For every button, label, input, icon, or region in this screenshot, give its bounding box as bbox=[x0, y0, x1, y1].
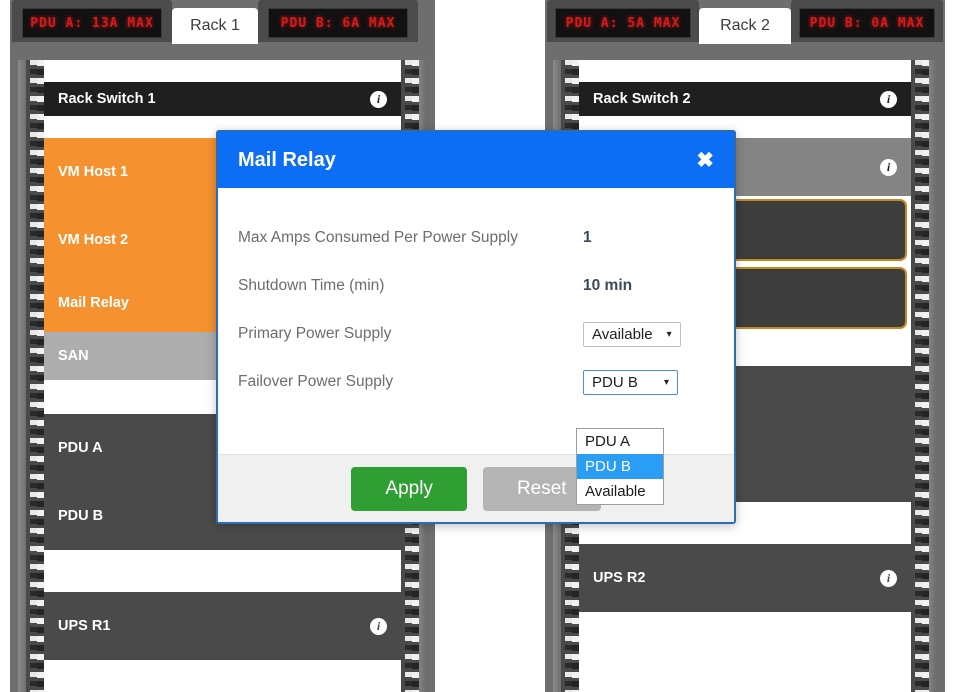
shutdown-time-label: Shutdown Time (min) bbox=[238, 277, 385, 294]
rack-unit[interactable]: Rack Switch 1 i bbox=[44, 82, 401, 116]
info-icon[interactable]: i bbox=[880, 90, 897, 108]
max-amps-value: 1 bbox=[583, 229, 592, 246]
chevron-down-icon: ▾ bbox=[666, 328, 672, 340]
row-max-amps: Max Amps Consumed Per Power Supply 1 bbox=[238, 214, 714, 262]
failover-power-supply-value: PDU B bbox=[592, 373, 638, 391]
dialog-header: Mail Relay ✖ bbox=[218, 132, 734, 188]
primary-power-supply-value: Available bbox=[592, 325, 653, 343]
failover-power-supply-label: Failover Power Supply bbox=[238, 373, 394, 390]
row-primary-power-supply: Primary Power Supply Available ▾ bbox=[238, 310, 714, 358]
rack2-mounting-rail-right bbox=[911, 60, 929, 692]
dialog-body: Max Amps Consumed Per Power Supply 1 Shu… bbox=[218, 188, 734, 505]
tab-rack-1[interactable]: Rack 1 bbox=[172, 8, 258, 44]
primary-power-supply-label: Primary Power Supply bbox=[238, 325, 392, 342]
failover-power-supply-dropdown[interactable]: PDU A PDU B Available bbox=[576, 428, 664, 505]
row-failover-power-supply: Failover Power Supply PDU B ▾ bbox=[238, 358, 714, 406]
info-icon[interactable]: i bbox=[370, 90, 387, 108]
dialog-title: Mail Relay bbox=[238, 148, 336, 171]
rack2-pdu-a-display: PDU A: 5A MAX bbox=[555, 8, 691, 38]
info-icon[interactable]: i bbox=[880, 569, 897, 587]
rack-unit-label: Rack Switch 1 bbox=[58, 91, 156, 107]
dropdown-option[interactable]: PDU B bbox=[577, 454, 663, 479]
rack1-pdu-a-display: PDU A: 13A MAX bbox=[22, 8, 162, 38]
tab-rack-2[interactable]: Rack 2 bbox=[699, 8, 791, 44]
rack-unit[interactable]: UPS R1 i bbox=[44, 592, 401, 660]
primary-power-supply-select[interactable]: Available ▾ bbox=[583, 321, 681, 347]
max-amps-label: Max Amps Consumed Per Power Supply bbox=[238, 229, 518, 246]
rack-unit-label: UPS R2 bbox=[593, 570, 646, 586]
dropdown-option[interactable]: Available bbox=[577, 479, 663, 504]
rack2-pdu-b-display: PDU B: 0A MAX bbox=[799, 8, 935, 38]
rack-unit-empty-slot bbox=[44, 550, 401, 592]
info-icon[interactable]: i bbox=[880, 158, 897, 176]
rack-unit-label: UPS R1 bbox=[58, 618, 111, 634]
rack1-pdu-b-display: PDU B: 6A MAX bbox=[268, 8, 408, 38]
chevron-down-icon: ▾ bbox=[663, 376, 669, 388]
rack1-mounting-rail-left bbox=[26, 60, 44, 692]
apply-button[interactable]: Apply bbox=[351, 466, 467, 511]
row-shutdown-time: Shutdown Time (min) 10 min bbox=[238, 262, 714, 310]
device-properties-dialog: Mail Relay ✖ Max Amps Consumed Per Power… bbox=[216, 130, 736, 524]
rack-unit[interactable]: UPS R2 i bbox=[579, 544, 911, 612]
close-icon[interactable]: ✖ bbox=[696, 150, 714, 171]
rack-unit[interactable]: Rack Switch 2 i bbox=[579, 82, 911, 116]
failover-power-supply-select[interactable]: PDU B ▾ bbox=[583, 369, 678, 395]
rack-unit-empty-slot bbox=[579, 60, 911, 82]
info-icon[interactable]: i bbox=[370, 617, 387, 635]
rack-unit-empty-slot bbox=[44, 60, 401, 82]
shutdown-time-value: 10 min bbox=[583, 277, 633, 294]
rack-unit-label: Rack Switch 2 bbox=[593, 91, 691, 107]
dropdown-option[interactable]: PDU A bbox=[577, 429, 663, 454]
app-root: PDU A: 13A MAX PDU B: 6A MAX Rack 1 Rack… bbox=[0, 0, 953, 692]
